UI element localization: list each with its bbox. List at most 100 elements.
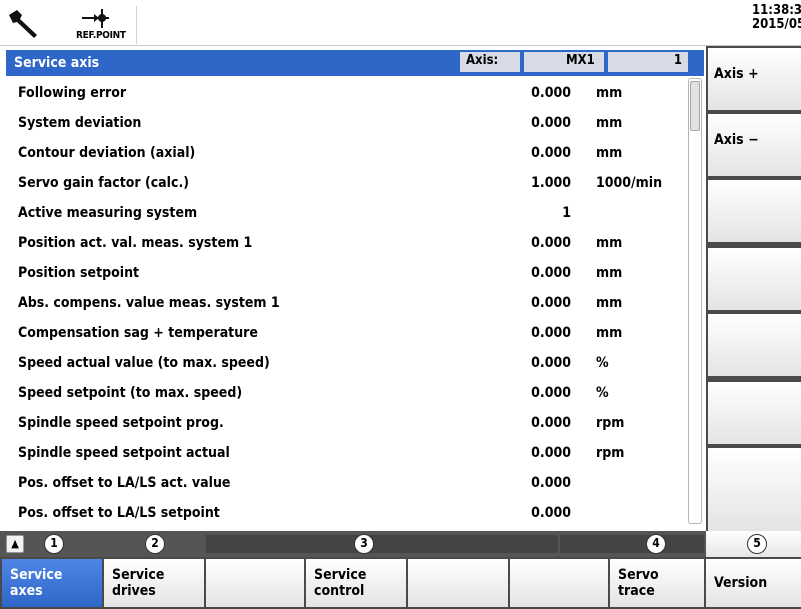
row-label: Position act. val. meas. system 1 (18, 235, 253, 251)
softkey-label-line1: Service (10, 567, 63, 583)
clock-date: 2015/05/19 (752, 17, 801, 32)
softkey-label-line2: drives (112, 583, 156, 599)
row-value: 0.000 (531, 295, 571, 311)
table-row: Pos. offset to LA/LS act. value 0.000 (6, 468, 684, 498)
row-value: 1.000 (531, 175, 571, 191)
row-value: 0.000 (531, 265, 571, 281)
clock: 11:38:32 2015/05/19 (752, 4, 801, 32)
softkey-horizontal-8[interactable]: Version (706, 559, 801, 607)
row-label: Speed setpoint (to max. speed) (18, 385, 243, 401)
row-label: Compensation sag + temperature (18, 325, 258, 341)
table-row: System deviation 0.000 mm (6, 108, 684, 138)
marker-1: 1 (44, 534, 64, 554)
header-bar: REF.POINT 11:38:32 2015/05/19 (0, 0, 801, 46)
vertical-softkey-bar: Axis + Axis − (706, 46, 801, 533)
row-unit: mm (596, 85, 623, 101)
table-row: Spindle speed setpoint prog. 0.000 rpm (6, 408, 684, 438)
table-row: Contour deviation (axial) 0.000 mm (6, 138, 684, 168)
row-value: 0.000 (531, 325, 571, 341)
softkey-label-line2: control (314, 583, 365, 599)
table-row: Pos. offset to LA/LS setpoint 0.000 (6, 498, 684, 528)
row-value: 0.000 (531, 235, 571, 251)
row-value: 0.000 (531, 355, 571, 371)
page-title: Service axis (14, 55, 100, 71)
chevron-up-icon[interactable]: ▲ (6, 535, 24, 553)
row-value: 0.000 (531, 85, 571, 101)
softkey-horizontal-6[interactable] (510, 559, 608, 607)
softkey-label-line1: Service (112, 567, 165, 583)
softkey-label-line2: trace (618, 583, 655, 599)
row-unit: mm (596, 265, 623, 281)
row-value: 0.000 (531, 415, 571, 431)
row-value: 0.000 (531, 145, 571, 161)
axis-name-field[interactable]: MX1 (524, 52, 604, 72)
row-label: Following error (18, 85, 127, 101)
table-row: Following error 0.000 mm (6, 78, 684, 108)
softkey-horizontal-3[interactable] (206, 559, 304, 607)
row-label: Contour deviation (axial) (18, 145, 196, 161)
row-unit: rpm (596, 415, 625, 431)
row-label: Speed actual value (to max. speed) (18, 355, 270, 371)
softkey-label-line1: Service (314, 567, 367, 583)
row-label: Servo gain factor (calc.) (18, 175, 190, 191)
page-title-bar: Service axis Axis: MX1 1 (6, 50, 704, 76)
softkey-label: Axis − (714, 132, 759, 148)
row-unit: rpm (596, 445, 625, 461)
header-divider (136, 6, 137, 44)
row-label: Spindle speed setpoint actual (18, 445, 230, 461)
table-scrollbar[interactable] (688, 78, 702, 524)
reference-point-icon (82, 9, 109, 28)
row-value: 0.000 (531, 115, 571, 131)
table-row: Position act. val. meas. system 1 0.000 mm (6, 228, 684, 258)
row-unit: 1000/min (596, 175, 663, 191)
axis-number-field[interactable]: 1 (608, 52, 688, 72)
table-row: Active measuring system 1 (6, 198, 684, 228)
softkey-label: Version (714, 575, 768, 591)
row-unit: % (596, 385, 609, 401)
refpoint-label: REF.POINT (76, 30, 126, 41)
table-row: Position setpoint 0.000 mm (6, 258, 684, 288)
clock-time: 11:38:32 (752, 3, 801, 18)
softkey-vertical-5[interactable] (708, 314, 801, 376)
row-unit: % (596, 355, 609, 371)
softkey-vertical-7[interactable] (708, 448, 801, 531)
softkey-horizontal-2[interactable]: Service drives (104, 559, 204, 607)
status-strip-segment (560, 535, 704, 553)
softkey-horizontal-4[interactable]: Service control (306, 559, 406, 607)
wrench-icon[interactable] (6, 6, 40, 40)
row-value: 0.000 (531, 475, 571, 491)
marker-3: 3 (354, 534, 374, 554)
row-label: Pos. offset to LA/LS act. value (18, 475, 231, 491)
table-row: Speed actual value (to max. speed) 0.000% (6, 348, 684, 378)
row-label: Position setpoint (18, 265, 140, 281)
status-strip-segment (206, 535, 558, 553)
row-unit: mm (596, 295, 623, 311)
softkey-vertical-3[interactable] (708, 180, 801, 242)
softkey-horizontal-1[interactable]: Service axes (2, 559, 102, 607)
table-row: Compensation sag + temperature 0.000 mm (6, 318, 684, 348)
softkey-label-line1: Servo (618, 567, 659, 583)
row-label: Active measuring system (18, 205, 198, 221)
row-value: 0.000 (531, 385, 571, 401)
service-axis-table: Following error 0.000 mm System deviation 0.… (6, 78, 684, 530)
axis-label: Axis: (460, 52, 520, 72)
softkey-label-line2: axes (10, 583, 43, 599)
softkey-vertical-2[interactable]: Axis − (708, 114, 801, 176)
softkey-vertical-1[interactable]: Axis + (708, 48, 801, 110)
softkey-horizontal-7[interactable]: Servo trace (610, 559, 704, 607)
row-unit: mm (596, 235, 623, 251)
marker-4: 4 (646, 534, 666, 554)
softkey-horizontal-5[interactable] (408, 559, 508, 607)
row-unit: mm (596, 145, 623, 161)
row-label: Abs. compens. value meas. system 1 (18, 295, 280, 311)
row-label: Spindle speed setpoint prog. (18, 415, 224, 431)
softkey-label: Axis + (714, 66, 759, 82)
softkey-vertical-6[interactable] (708, 382, 801, 444)
row-value: 1 (562, 205, 571, 221)
row-label: Pos. offset to LA/LS setpoint (18, 505, 220, 521)
scrollbar-thumb[interactable] (690, 81, 700, 131)
table-row: Servo gain factor (calc.) 1.000 1000/min (6, 168, 684, 198)
horizontal-softkey-bar: Service axes Service drives Service control Se… (0, 557, 801, 609)
softkey-vertical-4[interactable] (708, 248, 801, 310)
table-row: Abs. compens. value meas. system 1 0.000 m… (6, 288, 684, 318)
